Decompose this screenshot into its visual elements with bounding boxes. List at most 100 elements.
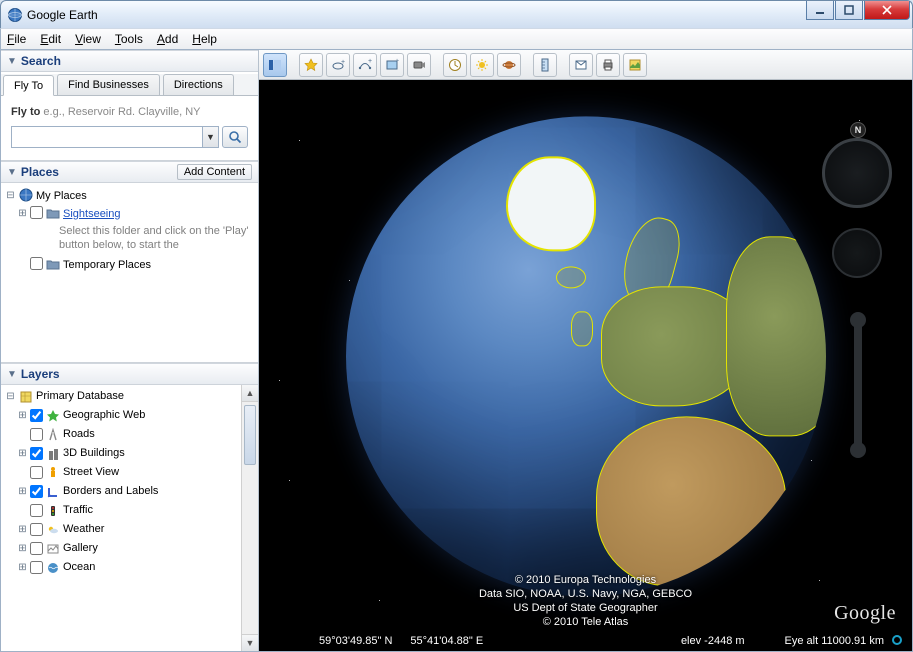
globe[interactable] xyxy=(346,116,826,596)
menu-tools[interactable]: Tools xyxy=(115,32,143,46)
layers-section-header[interactable]: ▼ Layers xyxy=(1,363,258,385)
expand-icon[interactable]: ⊞ xyxy=(17,521,28,538)
svg-text:+: + xyxy=(341,59,345,66)
expand-icon[interactable]: ⊞ xyxy=(17,483,28,500)
compass-north[interactable]: N xyxy=(850,122,866,138)
expand-icon[interactable]: ⊟ xyxy=(5,388,16,405)
places-section-header[interactable]: ▼ Places Add Content xyxy=(1,161,258,183)
record-tour-button[interactable] xyxy=(407,53,431,77)
planets-button[interactable] xyxy=(497,53,521,77)
my-places-label[interactable]: My Places xyxy=(36,188,87,204)
weather-icon xyxy=(45,523,61,537)
window-close-button[interactable] xyxy=(864,1,910,20)
temporary-places-label[interactable]: Temporary Places xyxy=(63,257,151,273)
attribution: © 2010 Europa Technologies Data SIO, NOA… xyxy=(259,573,912,629)
menu-edit[interactable]: Edit xyxy=(40,32,61,46)
layer-checkbox[interactable] xyxy=(30,409,43,422)
roads-icon xyxy=(45,428,61,442)
ocean-icon xyxy=(45,561,61,575)
toolbar: + + + xyxy=(259,50,912,80)
search-button[interactable] xyxy=(222,126,248,148)
tab-directions[interactable]: Directions xyxy=(163,74,234,95)
layer-row[interactable]: ⊞ Geographic Web xyxy=(3,406,258,425)
traffic-icon xyxy=(45,504,61,518)
email-button[interactable] xyxy=(569,53,593,77)
menu-view[interactable]: View xyxy=(75,32,101,46)
layer-checkbox[interactable] xyxy=(30,447,43,460)
expand-icon[interactable]: ⊞ xyxy=(17,540,28,557)
image-overlay-button[interactable]: + xyxy=(380,53,404,77)
window-maximize-button[interactable] xyxy=(835,1,863,20)
dropdown-icon[interactable]: ▼ xyxy=(202,127,218,147)
layer-label: Ocean xyxy=(63,559,95,576)
expand-icon[interactable]: ⊞ xyxy=(17,407,28,424)
layer-checkbox[interactable] xyxy=(30,485,43,498)
layer-checkbox[interactable] xyxy=(30,504,43,517)
window-title: Google Earth xyxy=(27,8,98,22)
scroll-thumb[interactable] xyxy=(244,405,256,465)
tab-fly-to[interactable]: Fly To xyxy=(3,75,54,96)
scroll-down-icon[interactable]: ▼ xyxy=(242,634,258,651)
flyto-input[interactable] xyxy=(12,127,202,147)
move-joystick[interactable] xyxy=(832,228,882,278)
earth-icon xyxy=(18,188,34,202)
expand-icon[interactable]: ⊞ xyxy=(17,445,28,462)
layers-scrollbar[interactable]: ▲ ▼ xyxy=(241,385,258,651)
land-asia xyxy=(726,236,826,436)
sidebar-toggle-button[interactable] xyxy=(263,53,287,77)
look-joystick[interactable] xyxy=(822,138,892,208)
buildings-icon xyxy=(45,447,61,461)
zoom-slider[interactable] xyxy=(854,320,862,450)
menu-file[interactable]: File xyxy=(7,32,26,46)
globe-viewport[interactable]: N © 2010 Europa Technologies Data SIO, N… xyxy=(259,80,912,651)
menu-add[interactable]: Add xyxy=(157,32,178,46)
placemark-button[interactable] xyxy=(299,53,323,77)
history-button[interactable] xyxy=(443,53,467,77)
places-title: Places xyxy=(21,165,59,179)
layer-checkbox[interactable] xyxy=(30,428,43,441)
search-icon xyxy=(228,130,242,144)
layer-label: Weather xyxy=(63,521,104,538)
folder-icon xyxy=(45,206,61,220)
layer-checkbox[interactable] xyxy=(30,561,43,574)
window-minimize-button[interactable] xyxy=(806,1,834,20)
layer-row[interactable]: ⊞3D Buildings xyxy=(3,444,258,463)
layer-row[interactable]: Roads xyxy=(3,425,258,444)
path-button[interactable]: + xyxy=(353,53,377,77)
window-titlebar: Google Earth xyxy=(0,0,913,28)
menu-help[interactable]: Help xyxy=(192,32,217,46)
print-button[interactable] xyxy=(596,53,620,77)
primary-database-label[interactable]: Primary Database xyxy=(36,388,124,405)
layer-row[interactable]: Traffic xyxy=(3,501,258,520)
layer-label: Roads xyxy=(63,426,95,443)
ruler-button[interactable] xyxy=(533,53,557,77)
layer-label: Geographic Web xyxy=(63,407,145,424)
sightseeing-checkbox[interactable] xyxy=(30,206,43,219)
layer-checkbox[interactable] xyxy=(30,523,43,536)
layer-row[interactable]: ⊞ Ocean xyxy=(3,558,258,577)
search-title: Search xyxy=(21,54,61,68)
layer-row[interactable]: ⊞ Borders and Labels xyxy=(3,482,258,501)
search-section-header[interactable]: ▼ Search xyxy=(1,50,258,72)
sightseeing-link[interactable]: Sightseeing xyxy=(63,206,121,222)
layer-checkbox[interactable] xyxy=(30,542,43,555)
add-content-button[interactable]: Add Content xyxy=(177,164,252,180)
expand-icon[interactable]: ⊞ xyxy=(17,206,28,222)
temporary-checkbox[interactable] xyxy=(30,257,43,270)
layer-row[interactable]: ⊞ Weather xyxy=(3,520,258,539)
star-icon xyxy=(45,409,61,423)
sunlight-button[interactable] xyxy=(470,53,494,77)
layer-row[interactable]: ⊞Gallery xyxy=(3,539,258,558)
save-image-button[interactable] xyxy=(623,53,647,77)
flyto-combo[interactable]: ▼ xyxy=(11,126,219,148)
app-icon xyxy=(7,7,23,23)
layer-checkbox[interactable] xyxy=(30,466,43,479)
svg-text:+: + xyxy=(368,58,372,65)
tab-find-businesses[interactable]: Find Businesses xyxy=(57,74,160,95)
layer-row[interactable]: Street View xyxy=(3,463,258,482)
scroll-up-icon[interactable]: ▲ xyxy=(242,385,258,402)
expand-icon[interactable]: ⊟ xyxy=(5,188,16,204)
polygon-button[interactable]: + xyxy=(326,53,350,77)
layer-label: Borders and Labels xyxy=(63,483,158,500)
expand-icon[interactable]: ⊞ xyxy=(17,559,28,576)
